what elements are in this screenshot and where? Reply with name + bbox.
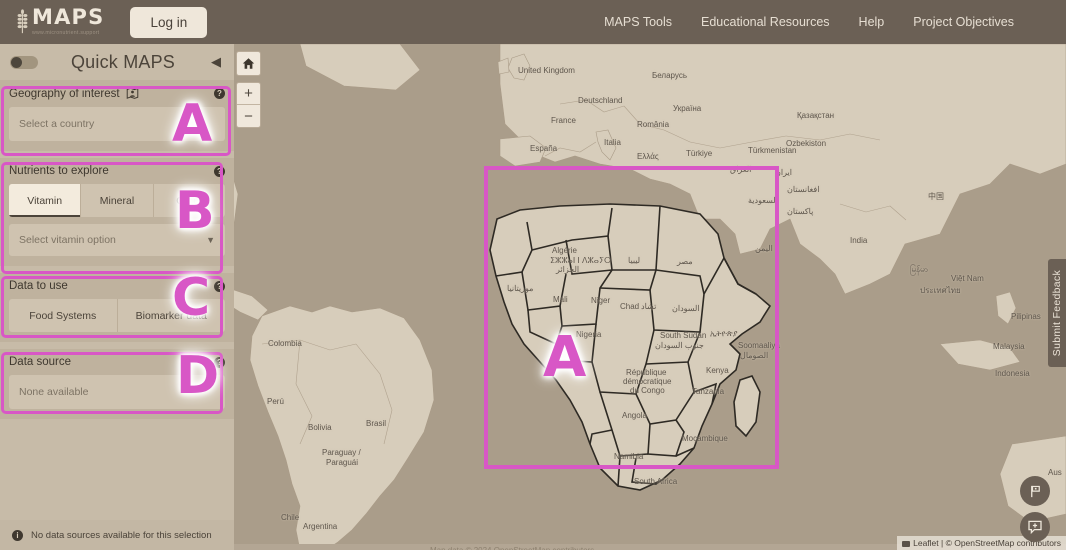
home-icon	[242, 58, 255, 69]
map-zoom-out-button[interactable]: −	[237, 105, 260, 127]
map-flag-button[interactable]	[1020, 476, 1050, 506]
nutrients-help-icon[interactable]: ?	[214, 165, 225, 177]
country-select-input[interactable]: Select a country	[9, 107, 225, 141]
submit-feedback-tab[interactable]: Submit Feedback	[1048, 259, 1066, 367]
map-marker-people-icon	[126, 87, 138, 99]
wheat-icon	[17, 9, 28, 34]
attribution-leaflet-link[interactable]: Leaflet	[913, 538, 939, 548]
data-to-use-help-icon[interactable]: ?	[214, 280, 225, 292]
country-select-placeholder: Select a country	[19, 118, 95, 130]
sidebar-collapse-button[interactable]: ◀	[208, 54, 224, 70]
data-source-help-icon[interactable]: ?	[214, 356, 225, 368]
sidebar-header: Quick MAPS ◀	[0, 44, 234, 80]
nutrient-type-tabs: Vitamin Mineral Other	[9, 184, 225, 217]
tab-other[interactable]: Other	[154, 184, 225, 217]
sidebar-spacer	[0, 426, 234, 520]
data-to-use-panel-header: Data to use ?	[9, 280, 225, 292]
sidebar-status-message: No data sources available for this selec…	[31, 529, 212, 541]
geography-help-icon[interactable]: ?	[214, 88, 225, 99]
data-source-placeholder: None available	[19, 386, 89, 398]
login-button[interactable]: Log in	[130, 6, 208, 38]
chevron-down-icon: ▼	[206, 235, 215, 245]
top-navigation-bar: MAPS www.micronutrient.support Log in MA…	[0, 0, 1066, 44]
data-source-select-input[interactable]: None available	[9, 375, 225, 409]
nav-link-maps-tools[interactable]: MAPS Tools	[604, 15, 672, 29]
nav-link-help[interactable]: Help	[859, 15, 885, 29]
map-zoom-in-button[interactable]: +	[237, 83, 260, 105]
map-zoom-controls: + −	[236, 82, 261, 128]
tab-biomarker-data[interactable]: Biomarker data	[118, 299, 226, 332]
map-home-button[interactable]	[236, 51, 261, 76]
sidebar-status-footer: i No data sources available for this sel…	[0, 520, 234, 550]
app-root: MAPS www.micronutrient.support Log in MA…	[0, 0, 1066, 550]
chat-plus-icon	[1028, 520, 1042, 535]
leaflet-icon	[902, 541, 911, 547]
info-icon: i	[12, 529, 23, 541]
sidebar-title: Quick MAPS	[70, 51, 176, 72]
geography-panel: Geography of interest ? Select a country	[0, 80, 234, 151]
flag-icon	[1030, 485, 1040, 497]
nutrients-panel-title: Nutrients to explore	[9, 165, 109, 177]
logo-wordmark: MAPS	[32, 5, 105, 30]
vitamin-option-select[interactable]: Select vitamin option ▼	[9, 224, 225, 256]
nutrients-panel: Nutrients to explore ? Vitamin Mineral O…	[0, 158, 234, 266]
logo-tagline: www.micronutrient.support	[32, 30, 100, 37]
map-chat-add-button[interactable]	[1020, 512, 1050, 542]
nav-links: MAPS Tools Educational Resources Help Pr…	[604, 15, 1014, 29]
geography-panel-title: Geography of interest	[9, 87, 120, 100]
submit-feedback-label: Submit Feedback	[1051, 269, 1063, 357]
map-bottom-cut-text: Map data © 2024 OpenStreetMap contributo…	[430, 545, 594, 550]
tab-mineral[interactable]: Mineral	[81, 184, 154, 217]
maps-logo[interactable]: MAPS www.micronutrient.support	[16, 7, 104, 36]
nav-link-educational-resources[interactable]: Educational Resources	[701, 15, 830, 29]
vitamin-option-placeholder: Select vitamin option	[19, 234, 116, 246]
tab-food-systems[interactable]: Food Systems	[9, 299, 118, 332]
quick-maps-sidebar: Quick MAPS ◀ Geography of interest ? Sel…	[0, 44, 234, 550]
data-source-panel: Data source ? None available	[0, 349, 234, 419]
data-to-use-panel: Data to use ? Food Systems Biomarker dat…	[0, 273, 234, 342]
sidebar-mode-toggle[interactable]	[10, 55, 38, 69]
data-to-use-tabs: Food Systems Biomarker data	[9, 299, 225, 332]
geography-panel-header: Geography of interest ?	[9, 87, 225, 100]
attribution-osm-link[interactable]: © OpenStreetMap contributors	[946, 538, 1061, 548]
attribution-separator: |	[938, 538, 946, 548]
tab-vitamin[interactable]: Vitamin	[9, 184, 82, 217]
data-source-panel-header: Data source ?	[9, 356, 225, 368]
data-source-panel-title: Data source	[9, 356, 72, 368]
nav-link-project-objectives[interactable]: Project Objectives	[913, 15, 1014, 29]
data-to-use-panel-title: Data to use	[9, 280, 68, 292]
nutrients-panel-header: Nutrients to explore ?	[9, 165, 225, 177]
